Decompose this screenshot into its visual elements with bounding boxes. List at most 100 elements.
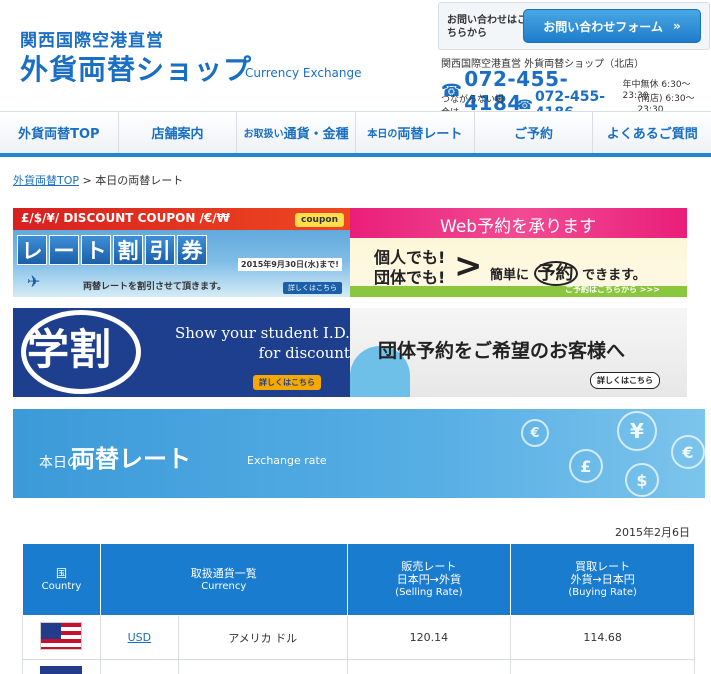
header-selling-rate: 販売レート 日本円→外貨 (Selling Rate) (346, 543, 512, 616)
flag-cell (22, 659, 101, 674)
header-buy-en: (Buying Rate) (568, 587, 637, 598)
header-sell-jp1: 販売レート (401, 560, 457, 573)
breadcrumb-home-link[interactable]: 外貨両替TOP (13, 174, 79, 187)
table-row: USD アメリカ ドル 120.14 114.68 (22, 615, 695, 660)
student-discount-banner[interactable]: 学割 Show your student I.D. for discount 詳… (13, 308, 350, 397)
nav-label: よくあるご質問 (606, 127, 698, 142)
rate-date: 2015年2月6日 (615, 526, 690, 539)
nav-item-currencies[interactable]: お取扱い 通貨・金種 (237, 112, 357, 153)
rate-table: 国 Country 取扱通貨一覧 Currency 販売レート 日本円→外貨 (… (22, 543, 695, 674)
nav-item-reservation[interactable]: ご予約 (475, 112, 594, 153)
nav-prefix: 本日の (367, 129, 398, 140)
coupon-title-char: 引 (145, 235, 175, 265)
breadcrumb: 外貨両替TOP > 本日の両替レート (13, 172, 183, 188)
student-kanji: 学割 (27, 325, 112, 374)
nav-item-rates[interactable]: 本日の 両替レート (356, 112, 475, 153)
chevron-right-icon: > (454, 246, 483, 286)
inquiry-form-button[interactable]: お問い合わせフォーム » (523, 9, 701, 43)
table-row (22, 659, 695, 674)
us-flag-icon (40, 622, 83, 650)
header-currency-en: Currency (201, 580, 247, 592)
yen-coin-icon: ¥ (617, 411, 657, 451)
web-right-text: 簡単に 予約 できます。 (490, 259, 646, 286)
coupon-title-char: ー (49, 235, 79, 265)
coupon-title-char: 券 (177, 235, 207, 265)
coupon-tag: coupon (295, 213, 344, 227)
rate-header-title: 両替レート (71, 445, 191, 473)
exchange-rate-header: 本日の 両替レート Exchange rate ¥ € £ $ € (13, 409, 705, 498)
header-buying-rate: 買取レート 外貨→日本円 (Buying Rate) (510, 543, 695, 616)
coupon-banner[interactable]: £/$/¥/ DISCOUNT COUPON /€/₩ coupon レ ー ト… (13, 208, 350, 297)
web-reservation-banner[interactable]: Web予約を承ります 個人でも! 団体でも! > 簡単に 予約 できます。 ご予… (350, 208, 687, 297)
inquiry-text: お問い合わせはこちらから (447, 15, 527, 39)
coupon-desc: 両替レートを割引させて頂きます。 (83, 282, 227, 292)
coupon-more-button[interactable]: 詳しくはこちら (283, 282, 342, 294)
coupon-title-char: ト (81, 235, 111, 265)
coupon-title: レ ー ト 割 引 券 (17, 235, 207, 265)
nav-label: 外貨両替TOP (18, 127, 100, 142)
nav-item-faq[interactable]: よくあるご質問 (593, 112, 711, 153)
currency-code-cell: USD (99, 615, 179, 660)
euro-coin-icon: € (671, 435, 705, 469)
euro-coin-icon: € (521, 419, 549, 447)
coupon-title-char: 割 (113, 235, 143, 265)
nav-item-top[interactable]: 外貨両替TOP (0, 112, 119, 153)
web-right-big: 予約 (533, 261, 578, 286)
student-english: Show your student I.D. for discount (175, 323, 350, 363)
currency-name-cell: アメリカ ドル (177, 615, 348, 660)
nav-label: 店舗案内 (151, 127, 204, 142)
nav-label: ご予約 (514, 127, 554, 142)
header-buy-jp1: 買取レート (575, 560, 631, 573)
currency-code-link[interactable]: USD (128, 631, 152, 644)
web-band-text: Web予約を承ります (440, 217, 597, 237)
inquiry-button-label: お問い合わせフォーム (543, 19, 663, 34)
header-currency-jp: 取扱通貨一覧 (190, 566, 257, 580)
student-english-line: for discount (258, 344, 350, 362)
header-buy-jp2: 外貨→日本円 (570, 573, 635, 586)
flag-cell (22, 615, 101, 660)
breadcrumb-separator: > (82, 174, 92, 187)
web-left-text: 個人でも! 団体でも! (374, 248, 445, 288)
header-currency: 取扱通貨一覧 Currency (99, 543, 348, 616)
group-reservation-banner[interactable]: 団体予約をご希望のお客様へ 詳しくはこちら (350, 308, 687, 397)
nav-prefix: お取扱い (243, 129, 284, 140)
nav-label: 通貨・金種 (283, 127, 349, 142)
nav-label: 両替レート (397, 127, 463, 142)
student-english-line: Show your student I.D. (175, 324, 350, 342)
header-sell-jp2: 日本円→外貨 (396, 573, 461, 586)
coupon-strip-text: £/$/¥/ DISCOUNT COUPON /€/₩ (21, 211, 230, 225)
web-left-line: 個人でも! (374, 248, 446, 267)
currency-code-cell (99, 659, 179, 674)
header-country: 国 Country (22, 543, 101, 616)
web-reserve-button[interactable]: ご予約はこちらから >>> (565, 284, 660, 295)
breadcrumb-current: 本日の両替レート (95, 174, 184, 187)
double-chevron-right-icon: » (672, 19, 681, 33)
rate-header-english: Exchange rate (247, 454, 327, 467)
web-left-line: 団体でも! (374, 268, 446, 287)
pound-coin-icon: £ (569, 449, 603, 483)
header-country-jp: 国 (55, 566, 67, 580)
brand-logo[interactable]: 外貨両替ショップ (20, 48, 252, 88)
coupon-date: 2015年9月30日(水)まで! (238, 258, 342, 271)
coupon-title-char: レ (17, 235, 47, 265)
buying-rate-cell (510, 659, 695, 674)
brand-english: Currency Exchange (245, 66, 362, 80)
group-title: 団体予約をご希望のお客様へ (378, 340, 626, 362)
web-right-post: できます。 (582, 268, 646, 283)
dollar-coin-icon: $ (625, 463, 659, 497)
student-more-button[interactable]: 詳しくはこちら (253, 375, 321, 390)
buying-rate-cell: 114.68 (510, 615, 695, 660)
flag-icon (40, 666, 83, 674)
currency-name-cell (177, 659, 348, 674)
inquiry-panel: お問い合わせはこちらから お問い合わせフォーム » (438, 2, 710, 50)
header-sell-en: (Selling Rate) (395, 587, 463, 598)
nav-item-stores[interactable]: 店舗案内 (119, 112, 238, 153)
group-more-button[interactable]: 詳しくはこちら (590, 372, 660, 389)
header-country-en: Country (41, 580, 82, 592)
selling-rate-cell: 120.14 (346, 615, 512, 660)
web-right-pre: 簡単に (490, 268, 530, 283)
table-header-row: 国 Country 取扱通貨一覧 Currency 販売レート 日本円→外貨 (… (22, 543, 695, 616)
selling-rate-cell (346, 659, 512, 674)
main-nav: 外貨両替TOP 店舗案内 お取扱い 通貨・金種 本日の 両替レート ご予約 よく… (0, 111, 711, 157)
airplane-icon: ✈ (27, 272, 41, 291)
